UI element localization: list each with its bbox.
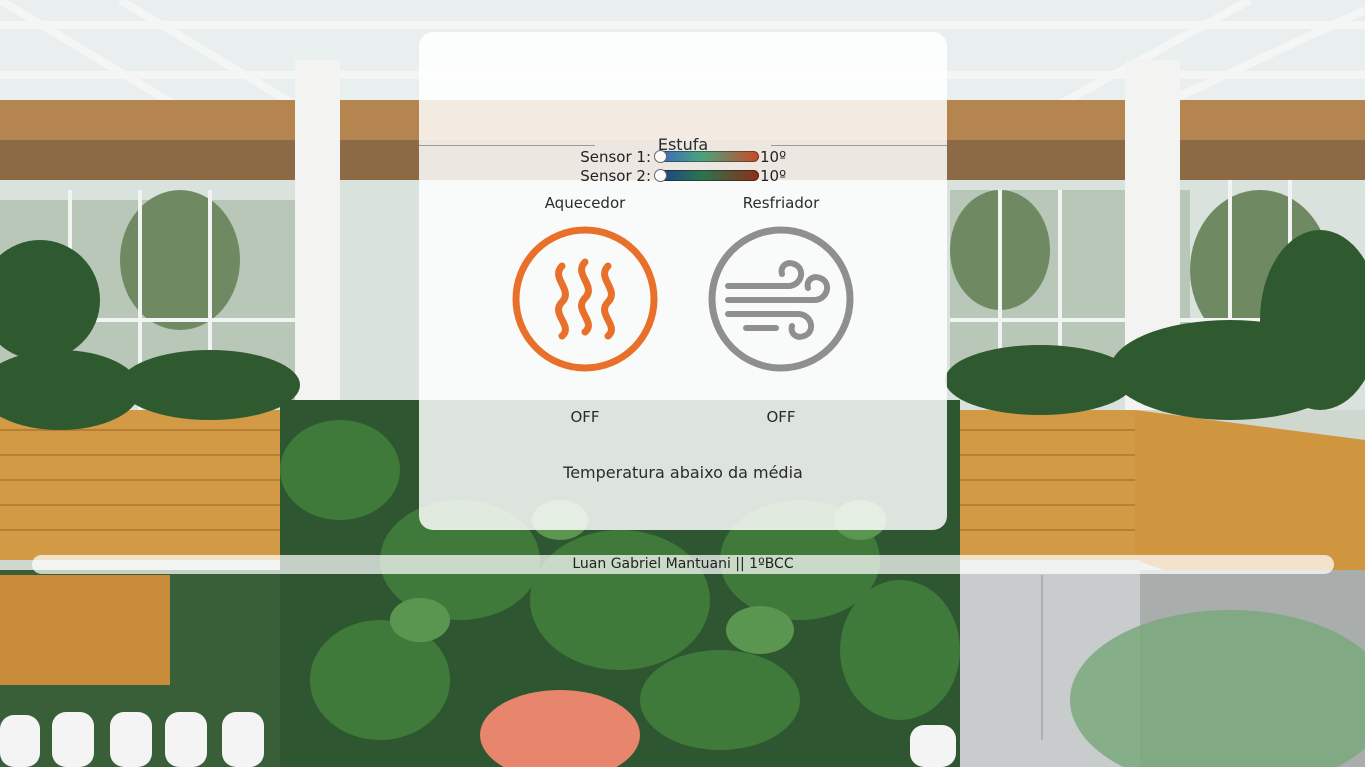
heater-name: Aquecedor bbox=[544, 194, 626, 212]
wind-icon[interactable] bbox=[706, 224, 856, 374]
sensor-label: Sensor 2: bbox=[580, 167, 651, 185]
greenhouse-panel: Estufa Sensor 1: 10º Sensor 2: 10º Aquec… bbox=[419, 32, 947, 530]
heater-status: OFF bbox=[570, 408, 600, 426]
sensor-row-1: Sensor 1: 10º bbox=[419, 148, 947, 166]
slider-thumb[interactable] bbox=[654, 150, 667, 163]
cooler-status: OFF bbox=[766, 408, 796, 426]
temperature-message: Temperatura abaixo da média bbox=[563, 463, 803, 482]
sensor-label: Sensor 1: bbox=[580, 148, 651, 166]
sensor-value: 10º bbox=[760, 148, 787, 166]
sensor-slider-2[interactable] bbox=[654, 169, 759, 182]
sensor-value: 10º bbox=[760, 167, 787, 185]
cooler-device: Resfriador OFF bbox=[701, 192, 861, 426]
slider-thumb[interactable] bbox=[654, 169, 667, 182]
footer-credit: Luan Gabriel Mantuani || 1ºBCC bbox=[32, 555, 1334, 574]
sensor-slider-1[interactable] bbox=[654, 150, 759, 163]
sensor-row-2: Sensor 2: 10º bbox=[419, 167, 947, 185]
heat-waves-icon[interactable] bbox=[510, 224, 660, 374]
heater-device: Aquecedor OFF bbox=[505, 192, 665, 426]
cooler-name: Resfriador bbox=[742, 194, 820, 212]
